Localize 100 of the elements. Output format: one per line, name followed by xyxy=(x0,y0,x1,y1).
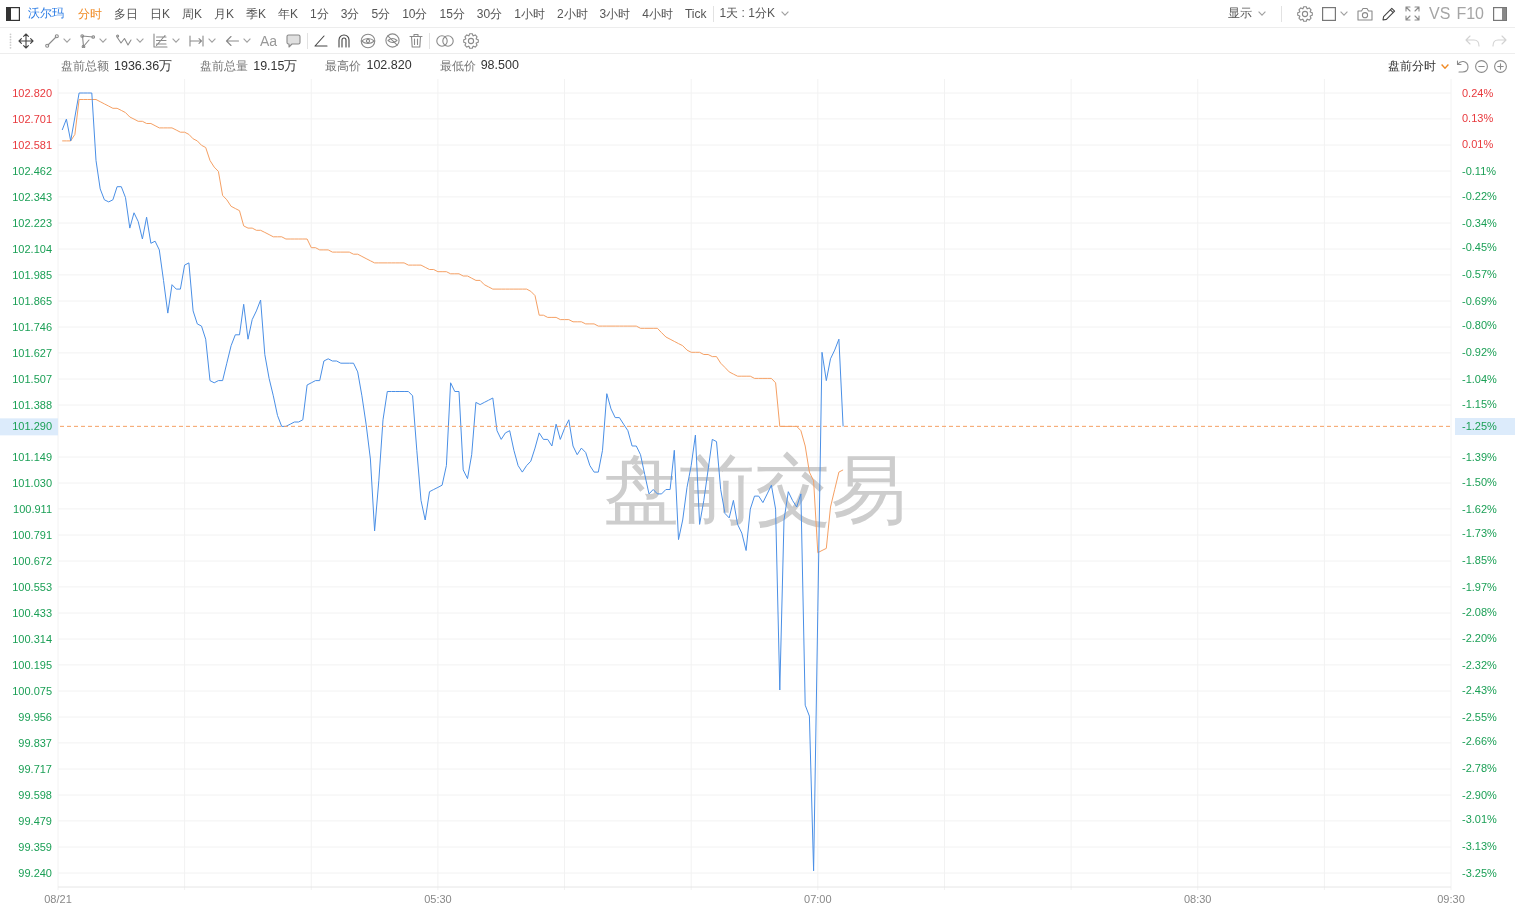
percent-axis-label: -0.57% xyxy=(1462,268,1497,281)
caret-icon[interactable] xyxy=(208,38,216,43)
percent-axis-label: -2.66% xyxy=(1462,735,1497,748)
line-segment-icon[interactable] xyxy=(45,33,59,48)
price-axis-label: 100.553 xyxy=(12,580,52,593)
magnet-icon[interactable] xyxy=(337,33,352,48)
rings-icon[interactable] xyxy=(436,34,455,47)
price-axis-label: 99.956 xyxy=(18,711,52,723)
percent-axis-label: -1.04% xyxy=(1462,373,1497,386)
zoom-out-icon[interactable] xyxy=(1475,60,1488,73)
pencil-icon[interactable] xyxy=(1382,6,1397,21)
trash-icon[interactable] xyxy=(409,33,424,48)
zoom-in-icon[interactable] xyxy=(1494,60,1507,73)
session-dropdown[interactable]: 盘前分时 xyxy=(1388,58,1449,75)
price-axis-label: 99.240 xyxy=(18,867,52,879)
caret-icon[interactable] xyxy=(136,38,144,43)
period-tab[interactable]: 多日 xyxy=(114,5,138,22)
panel-toggle-icon[interactable] xyxy=(1493,6,1507,21)
period-tab[interactable]: 周K xyxy=(182,5,203,22)
price-axis-label: 102.820 xyxy=(12,87,52,99)
period-tab[interactable]: 季K xyxy=(246,5,267,22)
price-axis-label: 100.314 xyxy=(12,633,52,645)
panel-toggle-icon[interactable] xyxy=(6,6,20,21)
price-axis-label: 99.359 xyxy=(18,841,52,854)
price-axis-label: 100.672 xyxy=(12,555,52,567)
percent-axis-label: -1.39% xyxy=(1462,451,1497,464)
period-tab[interactable]: 2小时 xyxy=(556,5,588,22)
percent-axis-label: 0.01% xyxy=(1462,138,1494,151)
price-axis-label: 102.701 xyxy=(12,112,52,125)
price-axis-label: 101.985 xyxy=(12,268,52,281)
stat-value: 19.15万 xyxy=(253,58,298,75)
percent-axis-label: 0.24% xyxy=(1462,87,1494,99)
percent-axis-label: 0.13% xyxy=(1462,111,1494,124)
percent-axis-label: -2.08% xyxy=(1462,605,1497,618)
y2-tick-label: -1.25% xyxy=(1462,420,1498,433)
period-tab[interactable]: 10分 xyxy=(402,5,428,22)
measure-icon[interactable] xyxy=(189,34,204,47)
price-axis-label: 100.911 xyxy=(13,502,52,515)
period-tab[interactable]: 5分 xyxy=(371,5,391,22)
period-tab[interactable]: Tick xyxy=(684,5,707,22)
price-axis-label: 102.104 xyxy=(12,243,52,255)
percent-axis-label: -1.97% xyxy=(1462,580,1497,593)
fullscreen-icon[interactable] xyxy=(1405,6,1421,21)
period-tab[interactable]: 15分 xyxy=(439,5,465,22)
last-price-marker: 101.290 xyxy=(0,418,58,436)
period-tab[interactable]: 月K xyxy=(214,5,235,22)
percent-axis-label: -0.80% xyxy=(1462,319,1497,332)
percent-axis-label: -3.13% xyxy=(1462,840,1497,853)
interval-dropdown[interactable]: 1天 : 1分K xyxy=(719,5,789,22)
stock-name[interactable]: 沃尔玛 xyxy=(28,5,64,22)
percent-axis-label: -0.45% xyxy=(1462,241,1497,254)
percent-axis-label: -2.32% xyxy=(1462,659,1497,672)
square-icon[interactable] xyxy=(1322,6,1337,21)
caret-icon[interactable] xyxy=(1340,11,1349,16)
caret-icon[interactable] xyxy=(172,38,180,43)
percent-axis-label: -2.90% xyxy=(1462,788,1497,801)
price-axis-label: 102.581 xyxy=(12,139,52,152)
price-axis-label: 99.598 xyxy=(18,789,52,801)
price-axis-label: 100.791 xyxy=(12,529,52,542)
time-axis-label: 05:30 xyxy=(424,893,452,905)
period-tab[interactable]: 1分 xyxy=(310,5,329,22)
price-axis-label: 100.195 xyxy=(12,658,52,671)
camera-icon[interactable] xyxy=(1357,6,1374,21)
price-axis-label: 101.865 xyxy=(12,295,52,308)
arrow-left-icon[interactable] xyxy=(225,34,239,47)
reset-icon[interactable] xyxy=(1456,60,1469,73)
visibility-icon[interactable] xyxy=(360,32,377,49)
percent-axis-label: -0.22% xyxy=(1462,189,1497,202)
hide-icon[interactable] xyxy=(385,33,401,48)
percent-axis-label: -1.73% xyxy=(1462,527,1497,540)
period-tab[interactable]: 3小时 xyxy=(599,5,631,22)
caret-icon[interactable] xyxy=(243,38,251,43)
polyline-icon[interactable] xyxy=(80,33,95,48)
period-tab[interactable]: 日K xyxy=(150,5,170,22)
last-change-marker: -1.25% xyxy=(1455,418,1515,435)
caret-icon xyxy=(1441,64,1449,69)
period-tab[interactable]: 30分 xyxy=(476,5,503,22)
grid-chart-icon[interactable] xyxy=(153,33,168,48)
settings-icon[interactable] xyxy=(1297,5,1314,22)
display-dropdown[interactable]: 显示 xyxy=(1228,5,1267,22)
comment-icon[interactable] xyxy=(286,33,302,48)
price-axis-label: 101.030 xyxy=(12,477,52,489)
percent-axis-label: -1.50% xyxy=(1462,475,1497,488)
move-icon[interactable] xyxy=(18,32,34,49)
percent-axis-label: -2.78% xyxy=(1462,761,1497,774)
period-tab[interactable]: 1小时 xyxy=(514,5,545,22)
stat-value: 1936.36万 xyxy=(114,58,173,75)
wave-icon[interactable] xyxy=(116,34,132,47)
percent-axis-label: -2.55% xyxy=(1462,710,1497,723)
angle-icon[interactable] xyxy=(314,34,329,47)
period-tab[interactable]: 4小时 xyxy=(642,5,673,22)
price-axis-label: 100.075 xyxy=(12,685,52,698)
settings-icon[interactable] xyxy=(463,32,480,49)
caret-icon[interactable] xyxy=(63,38,71,43)
period-tab[interactable]: 年K xyxy=(278,5,299,22)
ref-line-label: 101.290 xyxy=(12,420,52,433)
period-tab[interactable]: 3分 xyxy=(340,5,360,22)
drag-handle-icon[interactable] xyxy=(9,32,12,49)
price-axis-label: 102.223 xyxy=(12,217,52,230)
caret-icon[interactable] xyxy=(99,38,107,43)
